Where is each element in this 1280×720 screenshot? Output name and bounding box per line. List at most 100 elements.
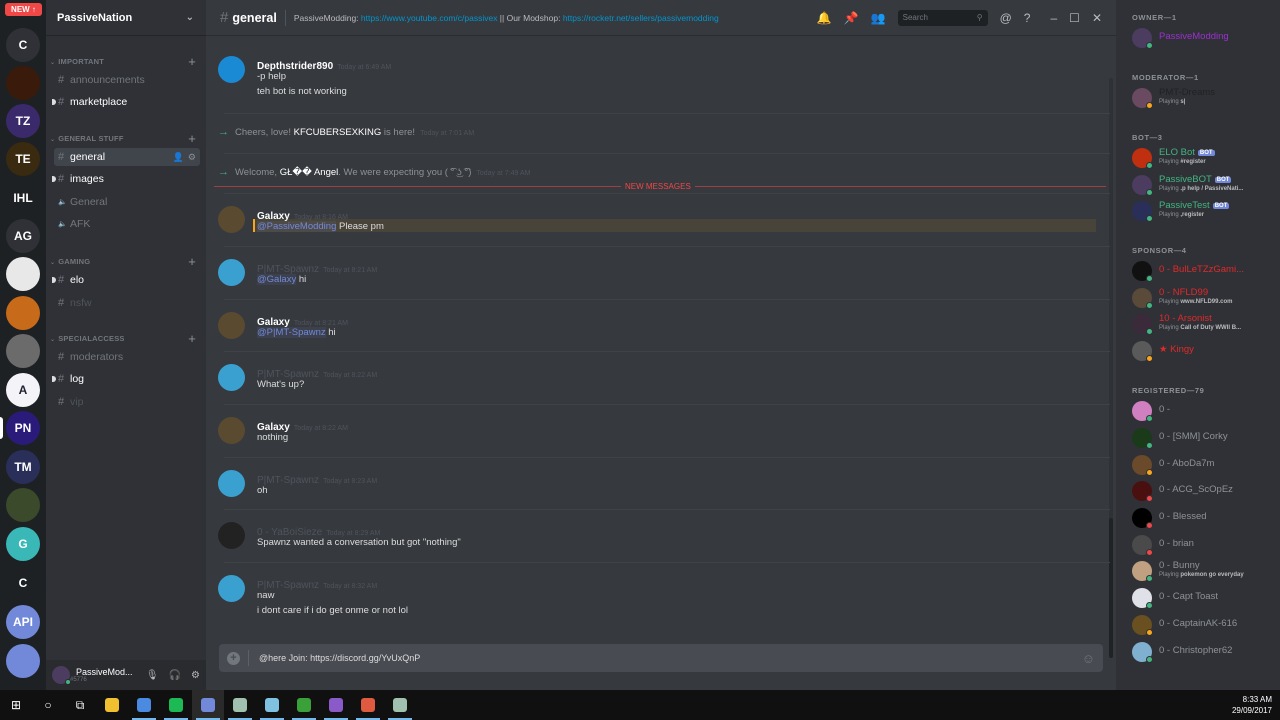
category-header[interactable]: ⌄ IMPORTANT +	[50, 54, 196, 69]
server-icon[interactable]	[6, 334, 40, 368]
scrollbar-thumb[interactable]	[1109, 518, 1113, 658]
member-item[interactable]: 0 -	[1132, 399, 1274, 423]
member-item[interactable]: PMT-Dreams Playing s|	[1132, 86, 1274, 110]
app-window-2-icon[interactable]	[384, 690, 416, 720]
channel-images[interactable]: # images	[52, 170, 200, 188]
member-item[interactable]: 0 - ACG_ScOpEz	[1132, 479, 1274, 503]
avatar[interactable]	[52, 666, 71, 685]
cortana-icon[interactable]: ○	[32, 690, 64, 720]
user-mention[interactable]: @Galaxy	[257, 274, 297, 285]
server-header[interactable]: PassiveNation ⌄	[46, 0, 206, 36]
discord-icon[interactable]	[192, 690, 224, 720]
user-mention[interactable]: @P|MT-Spawnz	[257, 327, 326, 338]
server-icon[interactable]	[6, 66, 40, 100]
channel-announcements[interactable]: # announcements	[54, 71, 200, 89]
server-icon[interactable]	[6, 488, 40, 522]
server-icon[interactable]: C	[6, 566, 40, 600]
channel-afk[interactable]: 🔈 AFK	[54, 215, 200, 233]
add-channel-icon[interactable]: +	[188, 131, 196, 146]
channel-vip[interactable]: # vip	[54, 393, 200, 411]
member-item[interactable]: PassiveModding	[1132, 26, 1274, 50]
server-icon[interactable]	[6, 644, 40, 678]
app-window-icon[interactable]	[224, 690, 256, 720]
channel-moderators[interactable]: # moderators	[54, 348, 200, 366]
system-clock[interactable]: 8:33 AM 29/09/2017	[1232, 694, 1280, 716]
channel-log[interactable]: # log	[52, 370, 200, 388]
member-item[interactable]: ELO Bot BOT Playing #register	[1132, 146, 1274, 170]
new-unreads-badge[interactable]: NEW ↑	[5, 3, 42, 16]
member-item[interactable]: 0 - Capt Toast	[1132, 586, 1274, 610]
avatar[interactable]	[218, 56, 245, 83]
member-item[interactable]: PassiveTest BOT Playing ,register	[1132, 199, 1274, 223]
member-item[interactable]: 10 - Arsonist Playing Call of Duty WWII B…	[1132, 312, 1274, 336]
help-icon[interactable]: ?	[1024, 11, 1031, 25]
members-icon[interactable]: 👥	[871, 11, 886, 25]
category-header[interactable]: ⌄ GENERAL STUFF +	[50, 131, 196, 146]
pin-icon[interactable]: 📌	[844, 11, 859, 25]
member-item[interactable]: 0 - Christopher62	[1132, 640, 1274, 664]
visual-studio-icon[interactable]	[320, 690, 352, 720]
member-item[interactable]: 0 - brian	[1132, 533, 1274, 557]
server-icon[interactable]	[6, 296, 40, 330]
member-item[interactable]: 0 - Blessed	[1132, 506, 1274, 530]
channel-general[interactable]: # general 👤 ⚙	[54, 148, 200, 166]
server-icon[interactable]: TE	[6, 142, 40, 176]
task-view-icon[interactable]: ⧉	[64, 690, 96, 720]
member-item[interactable]: PassiveBOT BOT Playing .p help / PassiveNa…	[1132, 173, 1274, 197]
member-item[interactable]: 0 - AboDa7m	[1132, 453, 1274, 477]
member-item[interactable]: ★ Kingy	[1132, 339, 1274, 363]
category-header[interactable]: ⌄ GAMING +	[50, 254, 196, 269]
add-channel-icon[interactable]: +	[188, 54, 196, 69]
server-icon[interactable]: G	[6, 527, 40, 561]
server-icon[interactable]: PN	[6, 411, 40, 445]
member-item[interactable]: 0 - BulLeTZzGami...	[1132, 259, 1274, 283]
gear-icon[interactable]: ⚙	[188, 152, 196, 163]
server-icon[interactable]: TM	[6, 450, 40, 484]
server-icon[interactable]	[6, 257, 40, 291]
microphone-icon[interactable]: 🎙	[146, 670, 159, 681]
message-input[interactable]: @here Join: https://discord.gg/YvUxQnP	[259, 653, 420, 663]
upload-plus-icon[interactable]: +	[227, 651, 240, 665]
member-item[interactable]: 0 - CaptainAK-616	[1132, 613, 1274, 637]
server-icon[interactable]: AG	[6, 219, 40, 253]
modshop-link[interactable]: https://rocketr.net/sellers/passivemoddi…	[563, 13, 719, 23]
avatar[interactable]	[218, 259, 245, 286]
youtube-link[interactable]: https://www.youtube.com/c/passivex	[361, 13, 498, 23]
message-composer[interactable]: + @here Join: https://discord.gg/YvUxQnP…	[219, 644, 1103, 672]
avatar[interactable]	[218, 417, 245, 444]
spotify-icon[interactable]	[160, 690, 192, 720]
avatar[interactable]	[218, 575, 245, 602]
avatar[interactable]	[218, 470, 245, 497]
avatar[interactable]	[218, 522, 245, 549]
invite-icon[interactable]: 👤	[173, 152, 184, 163]
joined-username[interactable]: KFCUBERSEXKING	[294, 127, 382, 138]
server-icon[interactable]: TZ	[6, 104, 40, 138]
server-icon[interactable]: IHL	[6, 181, 40, 215]
emoji-icon[interactable]: ☺	[1082, 651, 1095, 666]
add-channel-icon[interactable]: +	[188, 254, 196, 269]
add-channel-icon[interactable]: +	[188, 331, 196, 346]
close-icon[interactable]: ✕	[1092, 11, 1102, 25]
windows-start-icon[interactable]: ⊞	[0, 690, 32, 720]
scrollbar[interactable]	[1109, 78, 1113, 658]
chrome-icon[interactable]	[128, 690, 160, 720]
gear-icon[interactable]: ⚙	[191, 670, 200, 681]
user-mention[interactable]: @PassiveModding	[257, 221, 337, 232]
avatar[interactable]	[218, 312, 245, 339]
notepad-icon[interactable]	[256, 690, 288, 720]
joined-username[interactable]: GŁ�� Angel	[280, 167, 339, 178]
file-explorer-icon[interactable]	[96, 690, 128, 720]
mention-icon[interactable]: @	[1000, 11, 1012, 25]
server-icon[interactable]: C	[6, 28, 40, 62]
server-icon[interactable]: A	[6, 373, 40, 407]
avatar[interactable]	[218, 364, 245, 391]
member-item[interactable]: 0 - [SMM] Corky	[1132, 426, 1274, 450]
channel-marketplace[interactable]: # marketplace	[52, 93, 200, 111]
channel-general[interactable]: 🔈 General	[54, 193, 200, 211]
camtasia-green-icon[interactable]	[288, 690, 320, 720]
avatar[interactable]	[218, 206, 245, 233]
channel-elo[interactable]: # elo	[52, 271, 200, 289]
channel-nsfw[interactable]: # nsfw	[54, 294, 200, 312]
maximize-icon[interactable]: ☐	[1069, 11, 1080, 25]
member-item[interactable]: 0 - NFLD99 Playing www.NFLD99.com	[1132, 286, 1274, 310]
